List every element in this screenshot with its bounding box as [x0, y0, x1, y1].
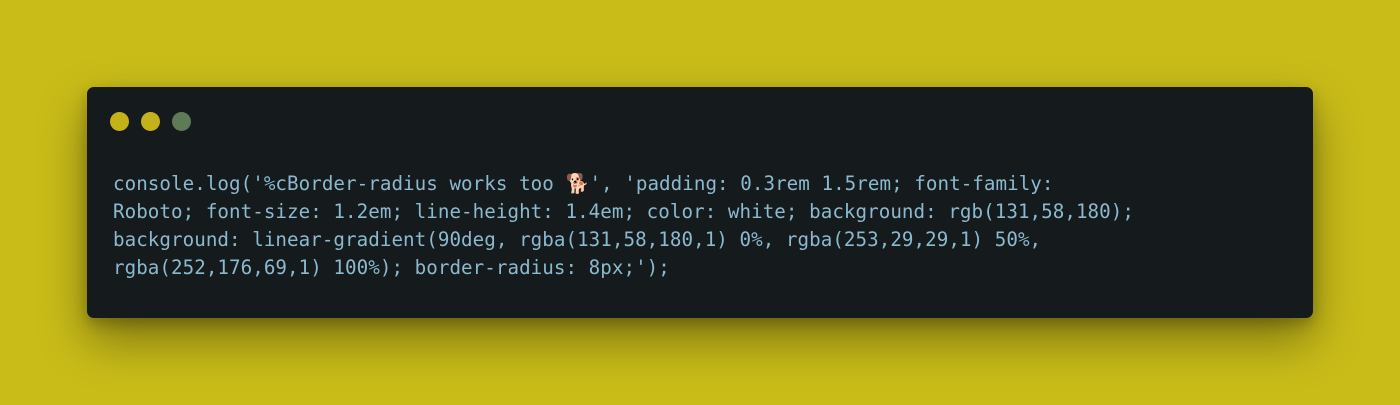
code-line-1-after: ', 'padding: 0.3rem 1.5rem; font-family:: [589, 172, 1054, 195]
code-line-1: console.log('%cBorder-radius works too 🐕…: [113, 170, 1288, 198]
code-line-3: background: linear-gradient(90deg, rgba(…: [113, 228, 1042, 251]
code-window: console.log('%cBorder-radius works too 🐕…: [87, 87, 1313, 318]
code-block: console.log('%cBorder-radius works too 🐕…: [113, 170, 1288, 282]
code-line-2: Roboto; font-size: 1.2em; line-height: 1…: [113, 200, 1134, 223]
window-controls: [110, 112, 191, 131]
window-dot-1[interactable]: [110, 112, 129, 131]
code-line-1-before: console.log('%cBorder-radius works too: [113, 172, 566, 195]
window-dot-3[interactable]: [172, 112, 191, 131]
window-dot-2[interactable]: [141, 112, 160, 131]
dog-icon: 🐕: [565, 172, 590, 195]
code-line-4: rgba(252,176,69,1) 100%); border-radius:…: [113, 256, 670, 279]
